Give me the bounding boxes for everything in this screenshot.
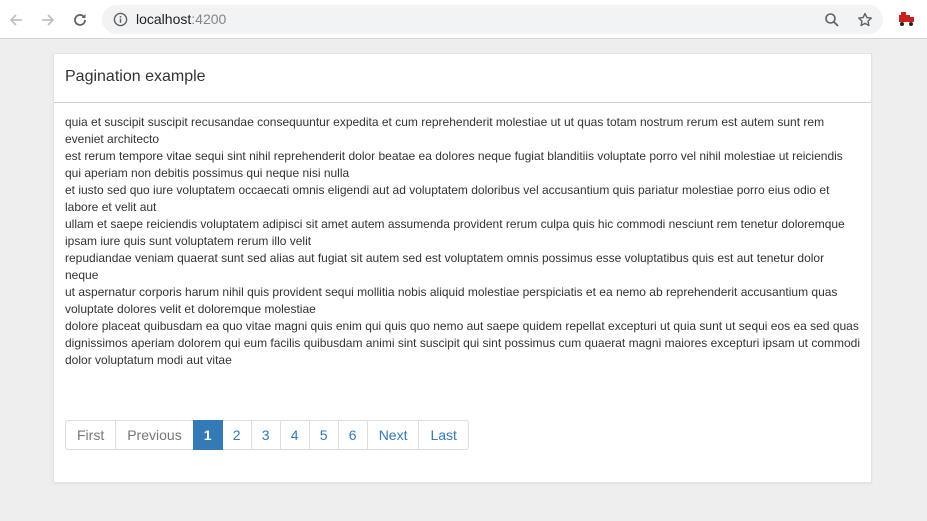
page-link-6[interactable]: 6 (337, 420, 368, 450)
pagination-panel: Pagination example quia et suscipit susc… (53, 53, 872, 483)
reload-icon[interactable] (68, 8, 92, 32)
list-item: ullam et saepe reiciendis voluptatem adi… (65, 217, 845, 248)
panel-heading: Pagination example (54, 54, 871, 103)
back-arrow-icon[interactable] (4, 8, 28, 32)
info-icon[interactable] (112, 11, 129, 28)
list-item: quia et suscipit suscipit recusandae con… (65, 115, 825, 146)
url-text[interactable]: localhost:4200 (136, 12, 226, 27)
address-bar[interactable]: localhost:4200 (102, 5, 883, 34)
url-port: :4200 (191, 11, 227, 27)
page-link-4[interactable]: 4 (279, 420, 310, 450)
browser-toolbar: localhost:4200 (0, 0, 927, 39)
pagination: First Previous 1 2 3 4 5 6 Next Last (65, 420, 469, 450)
page-link-5[interactable]: 5 (308, 420, 339, 450)
extension-icon[interactable] (898, 11, 916, 27)
page-link-2[interactable]: 2 (221, 420, 252, 450)
list-item: repudiandae veniam quaerat sunt sed alia… (65, 251, 825, 282)
list-item: dolore placeat quibusdam ea quo vitae ma… (65, 319, 859, 333)
forward-arrow-icon[interactable] (36, 8, 60, 32)
page-link-1[interactable]: 1 (192, 420, 223, 450)
url-host: localhost (136, 11, 192, 27)
panel-title: Pagination example (65, 68, 206, 85)
list-item: ut aspernatur corporis harum nihil quis … (65, 285, 838, 316)
list-item: dignissimos aperiam dolorem qui eum faci… (65, 336, 860, 367)
star-icon[interactable] (856, 11, 874, 29)
next-page-link[interactable]: Next (366, 420, 420, 450)
panel-body: quia et suscipit suscipit recusandae con… (54, 103, 871, 369)
page-link-3[interactable]: 3 (250, 420, 281, 450)
zoom-icon[interactable] (823, 11, 841, 29)
last-page-link[interactable]: Last (418, 420, 469, 450)
previous-page-link[interactable]: Previous (115, 420, 194, 450)
list-item: et iusto sed quo iure voluptatem occaeca… (65, 183, 830, 214)
first-page-link[interactable]: First (65, 420, 117, 450)
list-item: est rerum tempore vitae sequi sint nihil… (65, 149, 843, 180)
